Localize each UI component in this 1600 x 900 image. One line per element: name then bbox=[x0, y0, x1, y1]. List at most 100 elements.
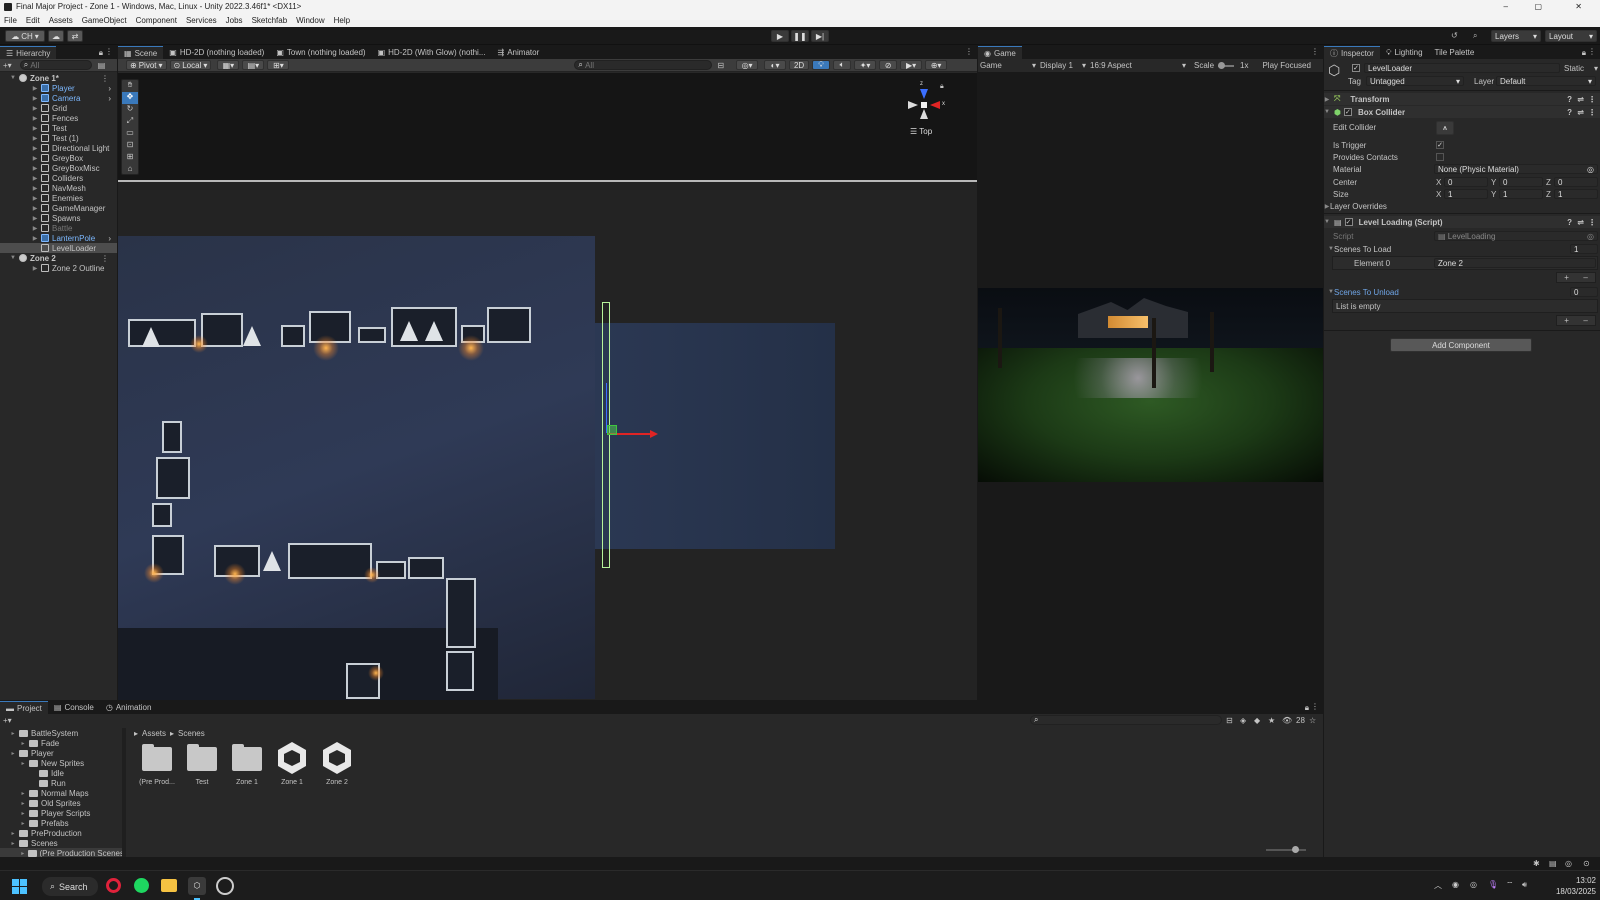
chevron-right-icon[interactable]: ▶ bbox=[32, 205, 38, 212]
play-button[interactable]: ▶ bbox=[771, 30, 789, 42]
taskbar-search[interactable]: ⌕ Search bbox=[42, 877, 98, 896]
breadcrumb-scenes[interactable]: Scenes bbox=[178, 729, 205, 738]
lock-icon[interactable]: 🔒︎ bbox=[99, 48, 103, 58]
hierarchy-item[interactable]: ▶ LanternPole › bbox=[0, 233, 117, 243]
move-tool-icon[interactable]: ✥ bbox=[122, 92, 138, 104]
help-icon[interactable]: ? bbox=[1567, 218, 1572, 227]
hierarchy-item[interactable]: ▶ Grid bbox=[0, 103, 117, 113]
static-dropdown[interactable]: Static ▾ bbox=[1564, 62, 1598, 74]
project-folder-item[interactable]: ▸ Prefabs bbox=[0, 818, 124, 828]
aspect-dropdown[interactable]: 16:9 Aspect ▾ bbox=[1090, 61, 1186, 70]
tab-project[interactable]: ▬ Project bbox=[0, 701, 48, 714]
tab-game[interactable]: ◉ Game bbox=[978, 46, 1022, 59]
gizmos-icon[interactable]: ⊕▾ bbox=[925, 60, 948, 70]
kebab-menu-icon[interactable]: ⋮ bbox=[1588, 47, 1596, 56]
chevron-right-icon[interactable]: ▶ bbox=[32, 175, 38, 182]
kebab-menu-icon[interactable]: ⋮ bbox=[101, 254, 109, 263]
kebab-menu-icon[interactable]: ⋮ bbox=[1311, 702, 1319, 711]
project-folder-item[interactable]: ▸ PreProduction bbox=[0, 828, 124, 838]
audio-toggle-icon[interactable]: 🔈︎ bbox=[833, 60, 852, 70]
layer-overrides-foldout[interactable]: ▶ Layer Overrides bbox=[1324, 200, 1387, 212]
chevron-right-icon[interactable]: ▶ bbox=[32, 185, 38, 192]
add-icon[interactable]: +▾ bbox=[3, 61, 12, 70]
scene-search-input[interactable]: ⌕ All bbox=[574, 60, 713, 70]
chevron-icon[interactable]: ▸ bbox=[10, 830, 16, 837]
scale-slider[interactable] bbox=[1218, 61, 1235, 69]
kebab-menu-icon[interactable]: ⋮ bbox=[965, 47, 973, 56]
chevron-right-icon[interactable]: ▶ bbox=[32, 225, 38, 232]
help-icon[interactable]: ? bbox=[1567, 95, 1572, 104]
project-folder-item[interactable]: ▸ Normal Maps bbox=[0, 788, 124, 798]
menu-services[interactable]: Services bbox=[186, 16, 217, 25]
scene-visibility-icon[interactable]: ▤ bbox=[98, 61, 106, 70]
remove-element-button[interactable]: – bbox=[1583, 316, 1587, 325]
add-icon[interactable]: +▾ bbox=[3, 716, 12, 725]
hierarchy-item[interactable]: ▶ GreyBoxMisc bbox=[0, 163, 117, 173]
provides-contacts-checkbox[interactable] bbox=[1436, 153, 1444, 161]
chevron-right-icon[interactable]: ▶ bbox=[32, 215, 38, 222]
building-sprite[interactable] bbox=[487, 307, 531, 343]
script-enabled-checkbox[interactable]: ✓ bbox=[1344, 218, 1353, 226]
layout-dropdown[interactable]: Layout ▾ bbox=[1545, 30, 1597, 42]
project-folder-item[interactable]: ▸ Player Scripts bbox=[0, 808, 124, 818]
project-folder-item[interactable]: Idle bbox=[0, 768, 124, 778]
minimize-button[interactable]: – bbox=[1504, 2, 1508, 11]
type-filter-icon[interactable]: ◈ bbox=[1240, 716, 1246, 725]
hierarchy-item[interactable]: ▼ Zone 2 ⋮ bbox=[0, 253, 117, 263]
tab-animation[interactable]: ◷ Animation bbox=[100, 701, 158, 714]
orientation-gizmo[interactable]: 🔒︎ z x ☰ Top bbox=[908, 79, 958, 136]
maximize-button[interactable]: ▢ bbox=[1534, 2, 1542, 11]
play-focused-dropdown[interactable]: Play Focused bbox=[1262, 61, 1310, 70]
collab-icon[interactable]: ☁ bbox=[48, 30, 64, 42]
active-checkbox[interactable]: ✓ bbox=[1352, 64, 1360, 72]
grid-snap-icon[interactable]: ▦▾ bbox=[217, 60, 240, 70]
display-dropdown[interactable]: Display 1 ▾ bbox=[1040, 61, 1086, 70]
cache-icon[interactable]: ◎ bbox=[1565, 859, 1572, 868]
snap-increment-icon[interactable]: ▤▾ bbox=[242, 60, 265, 70]
building-sprite[interactable] bbox=[358, 327, 386, 343]
hierarchy-item[interactable]: ▶ Zone 2 Outline bbox=[0, 263, 117, 273]
rotate-tool-icon[interactable]: ↻ bbox=[122, 104, 138, 116]
hand-tool-icon[interactable]: ✋︎ bbox=[122, 80, 138, 92]
center-y-input[interactable]: 0 bbox=[1499, 177, 1543, 187]
zoom-slider[interactable] bbox=[1266, 846, 1306, 853]
chevron-right-icon[interactable]: › bbox=[108, 84, 111, 93]
chevron-up-icon[interactable]: ︿ bbox=[1434, 880, 1442, 891]
chevron-right-icon[interactable]: ▶ bbox=[32, 135, 38, 142]
tab-console[interactable]: ▤ Console bbox=[48, 701, 100, 714]
unity-hub-icon[interactable] bbox=[216, 877, 234, 895]
level-loader-collider[interactable] bbox=[602, 302, 610, 568]
move-gizmo-plane-handle[interactable] bbox=[607, 425, 617, 435]
layers-dropdown[interactable]: Layers ▾ bbox=[1491, 30, 1541, 42]
project-folder-item[interactable]: Run bbox=[0, 778, 124, 788]
history-icon[interactable]: ↺ bbox=[1451, 31, 1463, 41]
building-sprite[interactable] bbox=[408, 557, 444, 579]
hidden-objects-icon[interactable]: ⊘ bbox=[879, 60, 898, 70]
chevron-right-icon[interactable]: ▶ bbox=[32, 265, 38, 272]
effects-toggle-icon[interactable]: ✦▾ bbox=[854, 60, 877, 70]
menu-assets[interactable]: Assets bbox=[49, 16, 73, 25]
scenes-to-unload-foldout[interactable]: ▼ Scenes To Unload bbox=[1328, 286, 1399, 298]
menu-help[interactable]: Help bbox=[334, 16, 350, 25]
center-x-input[interactable]: 0 bbox=[1444, 177, 1488, 187]
center-z-input[interactable]: 0 bbox=[1554, 177, 1598, 187]
building-sprite[interactable] bbox=[162, 421, 182, 453]
building-sprite[interactable] bbox=[446, 651, 474, 691]
chevron-icon[interactable]: ▸ bbox=[10, 750, 16, 757]
scene-viewport[interactable]: ✋︎ ✥ ↻ ⤢ ▭ ⊡ ⊞ ⌂ 🔒︎ z x ☰ Top bbox=[118, 73, 977, 700]
tab-tile-palette[interactable]: Tile Palette bbox=[1429, 46, 1481, 59]
chevron-icon[interactable]: ▸ bbox=[20, 760, 26, 767]
tab-town[interactable]: ▣ Town (nothing loaded) bbox=[270, 46, 371, 59]
is-trigger-checkbox[interactable]: ✓ bbox=[1436, 141, 1444, 149]
level-loading-header[interactable]: ▼ ▤ ✓ Level Loading (Script) ? ⇌ ⋮ bbox=[1324, 216, 1600, 228]
account-dropdown[interactable]: ☁ CH ▾ bbox=[5, 30, 45, 42]
view-label[interactable]: ☰ Top bbox=[910, 127, 932, 136]
building-sprite[interactable] bbox=[128, 319, 196, 347]
menu-gameobject[interactable]: GameObject bbox=[82, 16, 127, 25]
chevron-icon[interactable]: ▸ bbox=[10, 840, 16, 847]
scenes-to-load-foldout[interactable]: ▼ Scenes To Load bbox=[1328, 243, 1391, 255]
shading-icon[interactable]: ◐▾ bbox=[764, 60, 787, 70]
neg-z-cone-icon[interactable] bbox=[920, 109, 928, 119]
hierarchy-item[interactable]: ▶ Camera › bbox=[0, 93, 117, 103]
add-component-button[interactable]: Add Component bbox=[1390, 338, 1532, 352]
